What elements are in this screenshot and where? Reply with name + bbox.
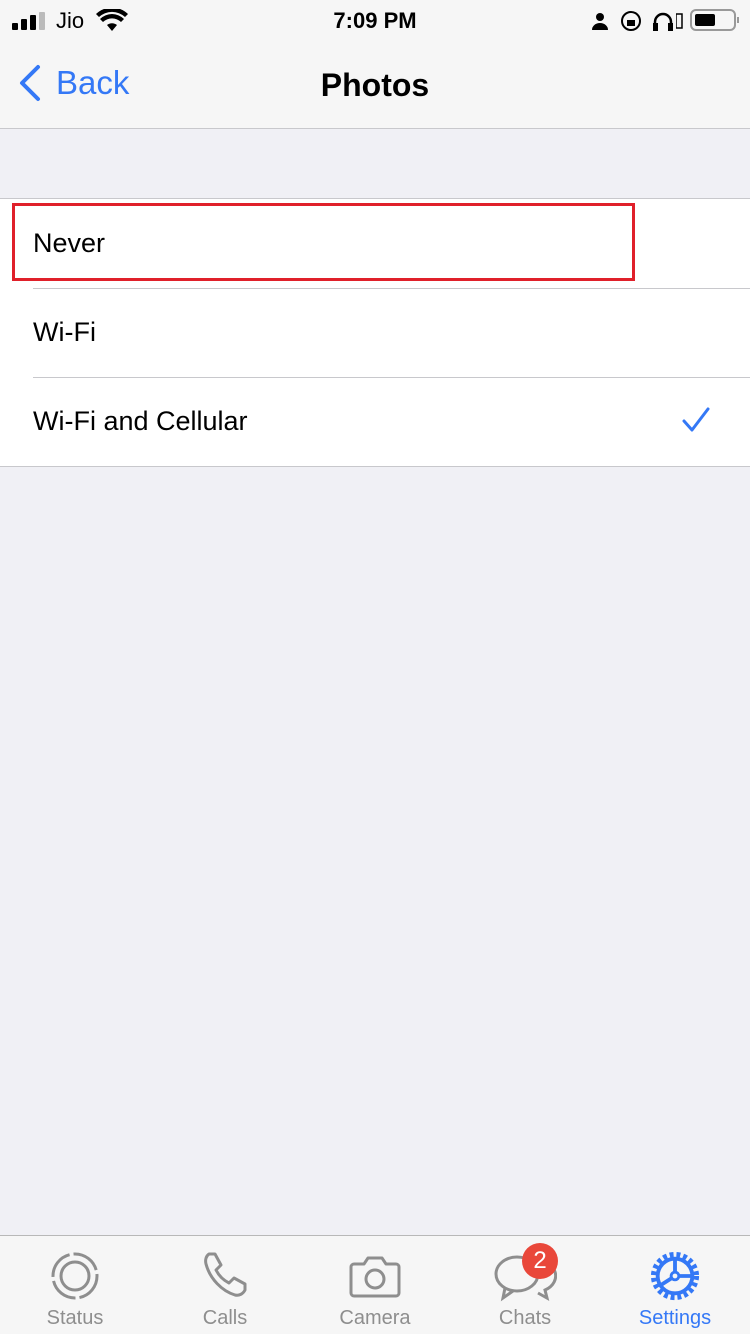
tab-chats[interactable]: 2 Chats	[450, 1236, 600, 1334]
tab-calls[interactable]: Calls	[150, 1236, 300, 1334]
tab-label: Status	[46, 1307, 104, 1329]
person-icon	[592, 13, 608, 30]
unread-badge: 2	[522, 1243, 558, 1279]
page-title: Photos	[320, 67, 430, 103]
tab-label: Camera	[339, 1307, 411, 1329]
tab-label: Chats	[498, 1307, 552, 1329]
tab-camera[interactable]: Camera	[300, 1236, 450, 1334]
orientation-lock-icon	[621, 11, 641, 31]
phone-icon	[204, 1252, 247, 1297]
navigation-bar: Back Photos	[0, 40, 750, 129]
tab-settings[interactable]: Settings	[600, 1236, 750, 1334]
camera-icon	[349, 1256, 401, 1298]
highlight-box	[12, 203, 635, 281]
battery-icon	[676, 9, 739, 31]
tab-bar: Status Calls Camera 2 Chats Settings	[0, 1235, 750, 1334]
status-bar: Jio 7:09 PM	[0, 0, 750, 40]
tab-label: Settings	[638, 1307, 712, 1329]
option-label: Wi-Fi	[33, 317, 96, 347]
option-wifi-cellular[interactable]: Wi-Fi and Cellular	[0, 377, 750, 466]
gear-icon	[650, 1251, 700, 1301]
tab-status[interactable]: Status	[0, 1236, 150, 1334]
tab-label: Calls	[202, 1307, 248, 1329]
status-icon	[51, 1252, 99, 1300]
headphones-icon	[653, 12, 673, 31]
checkmark-icon	[682, 407, 710, 432]
option-label: Wi-Fi and Cellular	[33, 406, 248, 436]
option-wifi[interactable]: Wi-Fi	[0, 288, 750, 377]
